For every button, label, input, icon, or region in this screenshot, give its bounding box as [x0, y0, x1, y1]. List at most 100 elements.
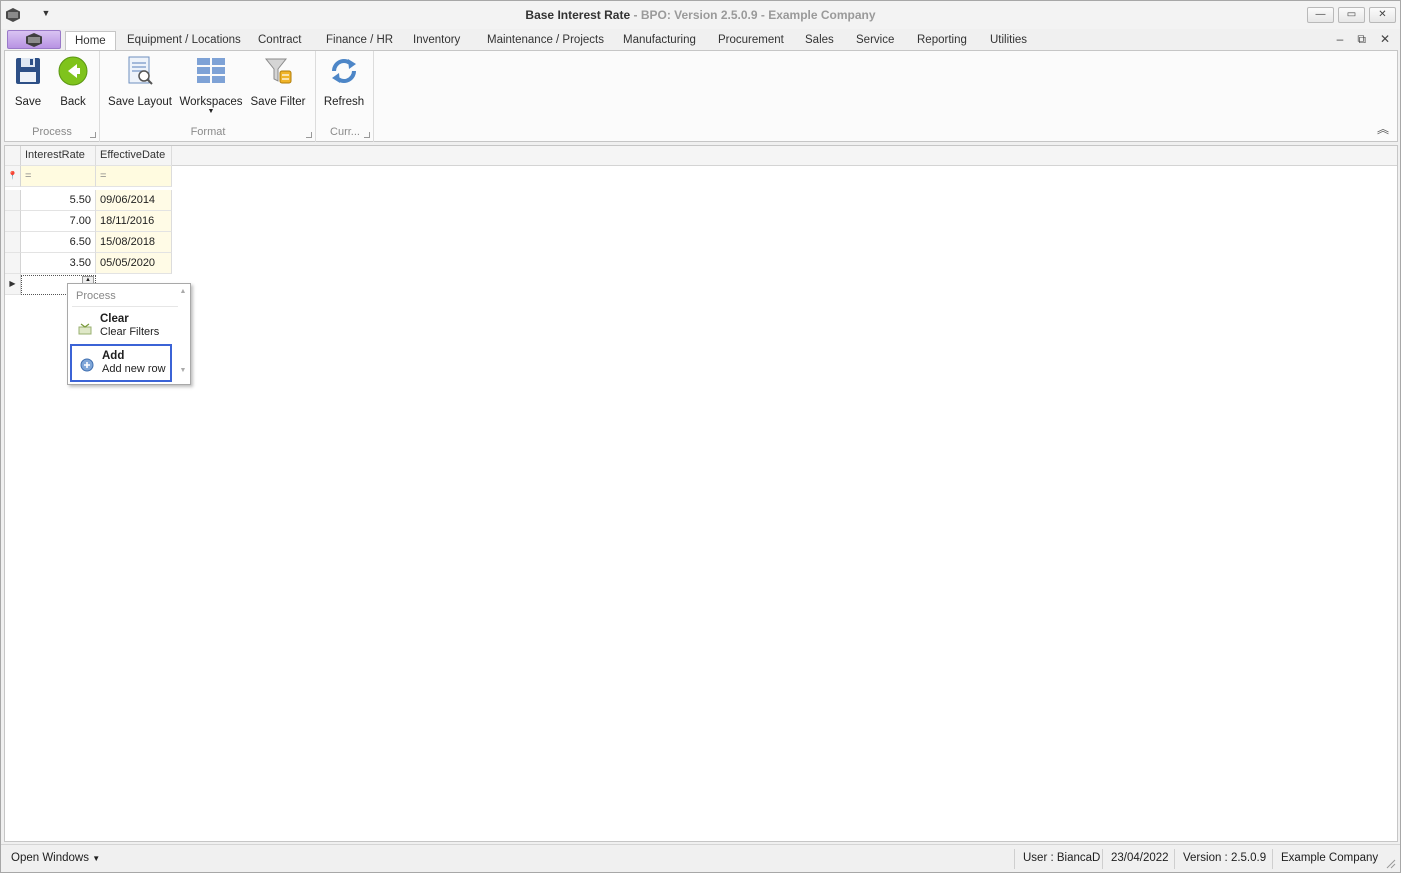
save-filter-label: Save Filter [250, 96, 306, 108]
column-header-interestrate[interactable]: InterestRate [21, 146, 96, 166]
filter-cell-effectivedate[interactable]: = [96, 166, 172, 187]
open-windows-label: Open Windows [11, 852, 89, 864]
workspaces-grid-icon [197, 58, 225, 83]
save-label: Save [14, 96, 42, 108]
back-arrow-icon [58, 56, 88, 86]
status-version: Version : 2.5.0.9 [1174, 849, 1274, 869]
ribbon-group-process-label: Process [32, 126, 72, 138]
open-windows-chevron-down-icon: ▼ [92, 854, 101, 863]
ribbon-group-process: Save Back Process [5, 51, 100, 142]
cell-effectivedate[interactable]: 18/11/2016 [96, 211, 172, 232]
ribbon-panel: Save Back Process Save Layout Workspaces… [4, 50, 1398, 142]
window-title: Base Interest Rate - BPO: Version 2.5.0.… [1, 8, 1400, 22]
workspaces-dropdown[interactable]: Workspaces ▼ [179, 55, 243, 116]
context-menu-group-label: Process [76, 290, 116, 302]
cell-interestrate[interactable]: 6.50 [21, 232, 96, 253]
grid-header-indicator [5, 146, 21, 166]
cell-effectivedate[interactable]: 09/06/2014 [96, 190, 172, 211]
format-group-launcher-icon[interactable] [306, 132, 312, 138]
save-layout-label: Save Layout [108, 96, 172, 108]
mdi-restore-icon[interactable]: ⧉ [1357, 32, 1366, 47]
ribbon-tabs: Home Equipment / Locations Contract Fina… [1, 29, 1400, 52]
app-window: ▼ Base Interest Rate - BPO: Version 2.5.… [0, 0, 1401, 873]
save-icon [16, 58, 40, 84]
grid-area: InterestRate EffectiveDate 📍 = = 5.50 09… [4, 145, 1398, 842]
menu-item-clear-filters[interactable]: Clear Clear Filters [70, 309, 172, 347]
tab-maintenance-projects[interactable]: Maintenance / Projects [478, 31, 613, 51]
row-indicator[interactable] [5, 253, 21, 274]
collapse-ribbon-icon[interactable]: ︽ [1377, 120, 1389, 137]
application-menu-button[interactable] [7, 30, 61, 49]
window-title-sub: - BPO: Version 2.5.0.9 - Example Company [633, 8, 876, 22]
current-row-arrow-icon: ▶ [5, 274, 21, 295]
refresh-icon [332, 59, 356, 83]
workspaces-label: Workspaces [179, 96, 243, 108]
context-menu-separator [72, 306, 178, 307]
tab-procurement[interactable]: Procurement [709, 31, 793, 51]
grid-header-row [5, 146, 1397, 166]
window-title-main: Base Interest Rate [525, 8, 631, 22]
refresh-label: Refresh [323, 96, 365, 108]
title-bar: ▼ Base Interest Rate - BPO: Version 2.5.… [1, 1, 1400, 29]
tab-contract[interactable]: Contract [249, 31, 310, 51]
cell-effectivedate[interactable]: 05/05/2020 [96, 253, 172, 274]
menu-item-add-desc: Add new row [102, 363, 166, 375]
tab-home[interactable]: Home [65, 31, 116, 52]
mdi-controls: – ⧉ ✕ [1337, 32, 1390, 47]
tab-service[interactable]: Service [847, 31, 903, 51]
open-windows-dropdown[interactable]: Open Windows ▼ [11, 852, 100, 864]
refresh-button[interactable]: Refresh [321, 55, 367, 108]
cell-effectivedate[interactable]: 15/08/2018 [96, 232, 172, 253]
context-menu-scrollbar[interactable]: ▲ ▼ [179, 288, 187, 380]
current-group-launcher-icon[interactable] [364, 132, 370, 138]
window-controls: — ▭ ✕ [1307, 7, 1396, 23]
save-filter-button[interactable]: Save Filter [248, 55, 308, 108]
scroll-down-icon[interactable]: ▼ [179, 367, 187, 374]
menu-item-clear-title: Clear [100, 313, 129, 325]
app-menu-logo-icon [26, 32, 42, 47]
filter-row-indicator-pin-icon: 📍 [5, 166, 21, 187]
save-filter-icon [264, 58, 292, 84]
mdi-close-icon[interactable]: ✕ [1380, 32, 1390, 47]
tab-equipment-locations[interactable]: Equipment / Locations [118, 31, 250, 51]
add-row-icon [80, 358, 94, 372]
filter-cell-interestrate[interactable]: = [21, 166, 96, 187]
row-indicator[interactable] [5, 211, 21, 232]
status-bar: Open Windows ▼ User : BiancaD 23/04/2022… [1, 844, 1400, 872]
save-button[interactable]: Save [9, 55, 47, 108]
status-date: 23/04/2022 [1102, 849, 1177, 869]
cell-interestrate[interactable]: 5.50 [21, 190, 96, 211]
clear-filter-icon [78, 323, 92, 335]
menu-item-add-new-row[interactable]: Add Add new row [70, 344, 172, 382]
ribbon-group-format: Save Layout Workspaces ▼ Save Filter For… [101, 51, 316, 142]
resize-grip-icon[interactable] [1386, 859, 1396, 869]
ribbon-group-current: Refresh Curr... [317, 51, 374, 142]
tab-reporting[interactable]: Reporting [908, 31, 976, 51]
maximize-button[interactable]: ▭ [1338, 7, 1365, 23]
tab-manufacturing[interactable]: Manufacturing [614, 31, 705, 51]
ribbon-group-format-label: Format [190, 126, 226, 138]
mdi-minimize-icon[interactable]: – [1337, 32, 1344, 47]
row-indicator[interactable] [5, 190, 21, 211]
tab-inventory[interactable]: Inventory [404, 31, 469, 51]
minimize-button[interactable]: — [1307, 7, 1334, 23]
tab-sales[interactable]: Sales [796, 31, 843, 51]
context-menu: Process Clear Clear Filters Add Add new … [67, 283, 191, 385]
menu-item-add-title: Add [102, 350, 125, 362]
tab-finance-hr[interactable]: Finance / HR [317, 31, 402, 51]
column-header-effectivedate[interactable]: EffectiveDate [96, 146, 172, 166]
close-button[interactable]: ✕ [1369, 7, 1396, 23]
process-group-launcher-icon[interactable] [90, 132, 96, 138]
cell-interestrate[interactable]: 3.50 [21, 253, 96, 274]
cell-interestrate[interactable]: 7.00 [21, 211, 96, 232]
back-label: Back [60, 96, 86, 108]
status-user: User : BiancaD [1014, 849, 1108, 869]
save-layout-button[interactable]: Save Layout [105, 55, 175, 108]
row-indicator[interactable] [5, 232, 21, 253]
back-button[interactable]: Back [53, 55, 93, 108]
scroll-up-icon[interactable]: ▲ [179, 288, 187, 295]
status-company: Example Company [1272, 849, 1386, 869]
tab-utilities[interactable]: Utilities [981, 31, 1036, 51]
workspaces-chevron-down-icon: ▼ [207, 108, 215, 115]
menu-item-clear-desc: Clear Filters [100, 326, 160, 338]
